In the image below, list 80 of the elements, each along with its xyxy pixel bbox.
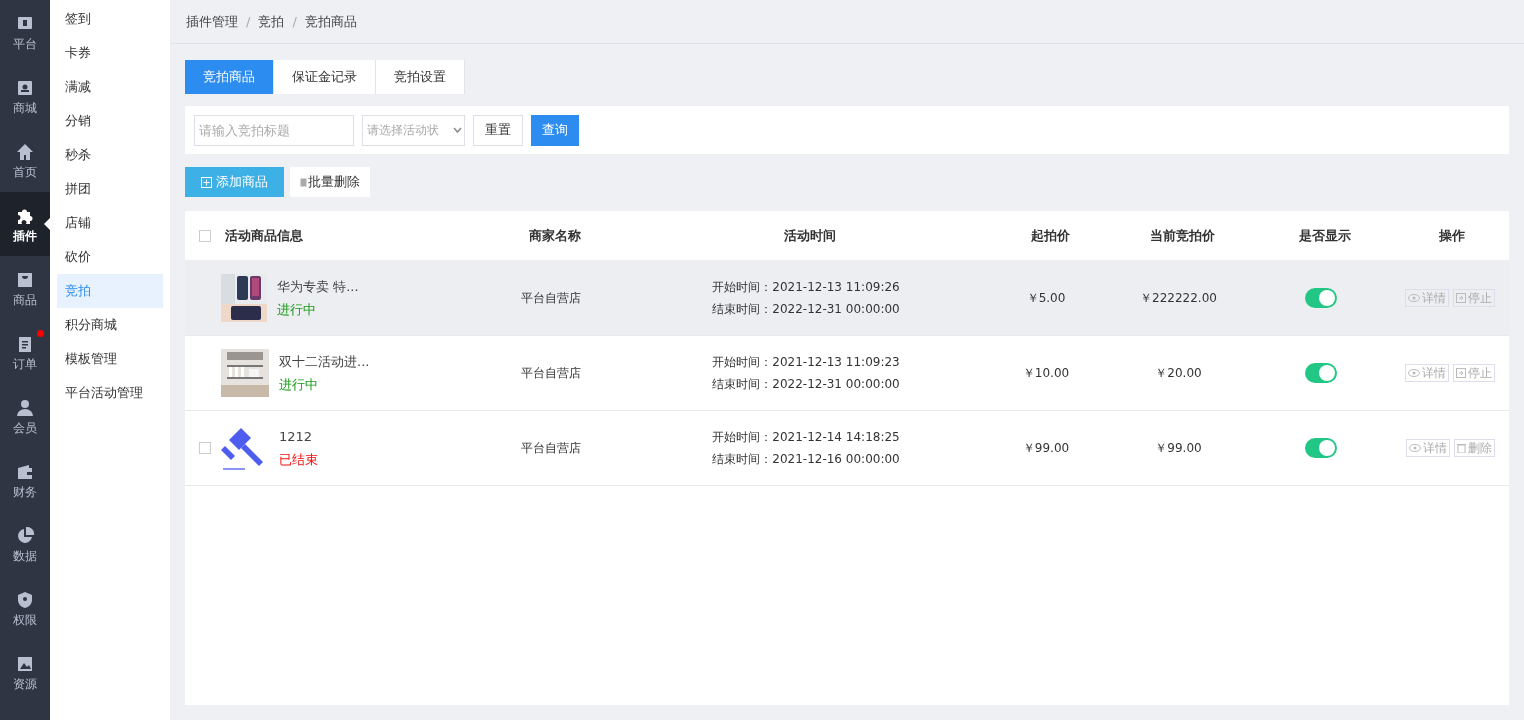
submenu-item[interactable]: 积分商城 xyxy=(57,308,163,342)
pie-chart-icon xyxy=(15,526,35,546)
submenu-item[interactable]: 卡券 xyxy=(57,36,163,70)
eye-icon xyxy=(1408,369,1420,377)
home-icon xyxy=(15,142,35,162)
breadcrumb-item[interactable]: 插件管理 xyxy=(186,11,238,32)
start-time: 开始时间：2021-12-14 14:18:25 xyxy=(712,429,900,446)
current-price: ￥99.00 xyxy=(1155,440,1202,457)
submenu-item[interactable]: 分销 xyxy=(57,104,163,138)
column-header: 是否显示 xyxy=(1299,226,1351,245)
end-time: 结束时间：2022-12-31 00:00:00 xyxy=(712,376,900,393)
column-header: 商家名称 xyxy=(529,226,581,245)
wallet-icon xyxy=(15,462,35,482)
nav-item[interactable]: 平台 xyxy=(0,0,50,64)
nav-item[interactable]: 插件 xyxy=(0,192,50,256)
select-all-checkbox[interactable] xyxy=(199,229,211,242)
product-title: 华为专卖 特... xyxy=(277,277,359,296)
status-label: 进行中 xyxy=(279,376,319,394)
status-label: 进行中 xyxy=(277,301,317,319)
submenu-item[interactable]: 模板管理 xyxy=(57,342,163,376)
end-time: 结束时间：2021-12-16 00:00:00 xyxy=(712,451,900,468)
nav-item[interactable]: 权限 xyxy=(0,576,50,640)
nav-item[interactable]: 首页 xyxy=(0,128,50,192)
visibility-toggle[interactable] xyxy=(1305,363,1337,383)
breadcrumb-separator: / xyxy=(246,12,251,31)
end-time: 结束时间：2022-12-31 00:00:00 xyxy=(712,301,900,318)
chevron-down-icon xyxy=(453,127,462,133)
current-price: ￥222222.00 xyxy=(1140,290,1217,307)
nav-item[interactable]: 商城 xyxy=(0,64,50,128)
eye-icon xyxy=(1408,294,1420,302)
submenu-item[interactable]: 满减 xyxy=(57,70,163,104)
submenu-item[interactable]: 砍价 xyxy=(57,240,163,274)
user-icon xyxy=(15,398,35,418)
submenu-item[interactable]: 店铺 xyxy=(57,206,163,240)
bag-icon xyxy=(15,270,35,290)
plus-box-icon xyxy=(201,176,212,188)
product-title: 双十二活动进... xyxy=(279,352,370,371)
breadcrumb-item[interactable]: 竞拍 xyxy=(258,11,285,32)
reset-button[interactable]: 重置 xyxy=(473,114,523,146)
eye-icon xyxy=(1408,444,1421,452)
column-header: 当前竞拍价 xyxy=(1150,226,1215,245)
nav-item[interactable]: 数据 xyxy=(0,512,50,576)
column-header: 起拍价 xyxy=(1030,226,1070,245)
batch-delete-button[interactable]: 批量删除 xyxy=(290,167,370,197)
start-time: 开始时间：2021-12-13 11:09:26 xyxy=(712,279,900,296)
tab[interactable]: 竞拍设置 xyxy=(376,60,465,94)
submenu-item[interactable]: 拼团 xyxy=(57,172,163,206)
submenu-item[interactable]: 秒杀 xyxy=(57,138,163,172)
visibility-toggle[interactable] xyxy=(1305,288,1337,308)
title-search-field[interactable]: 请输入竞拍标题 xyxy=(194,114,354,146)
shop-name: 平台自营店 xyxy=(521,440,581,457)
image-icon xyxy=(15,654,35,674)
current-price: ￥20.00 xyxy=(1155,365,1202,382)
start-time: 开始时间：2021-12-13 11:09:23 xyxy=(712,354,900,371)
exit-icon xyxy=(1456,293,1466,303)
start-price: ￥10.00 xyxy=(1022,365,1070,382)
tab[interactable]: 保证金记录 xyxy=(274,60,376,94)
exit-icon xyxy=(1456,368,1466,378)
product-title: 1212 xyxy=(279,427,314,446)
column-header: 活动时间 xyxy=(784,226,836,245)
nav-item[interactable]: 财务 xyxy=(0,448,50,512)
breadcrumb-item: 竞拍商品 xyxy=(304,12,357,31)
visibility-toggle[interactable] xyxy=(1305,438,1337,458)
nav-item[interactable]: 商品 xyxy=(0,256,50,320)
shop-name: 平台自营店 xyxy=(521,290,581,307)
submenu-item[interactable]: 签到 xyxy=(57,2,163,36)
submenu-item[interactable]: 平台活动管理 xyxy=(57,376,163,410)
column-header: 操作 xyxy=(1439,226,1465,245)
column-header: 活动商品信息 xyxy=(225,226,303,245)
breadcrumb-separator: / xyxy=(292,12,297,31)
storefront-icon xyxy=(15,78,35,98)
nav-item[interactable]: 会员 xyxy=(0,384,50,448)
start-price: ￥99.00 xyxy=(1022,440,1070,457)
status-label: 已结束 xyxy=(279,451,318,469)
start-price: ￥5.00 xyxy=(1026,290,1066,307)
nav-item[interactable]: 资源 xyxy=(0,640,50,704)
shield-icon xyxy=(15,590,35,610)
row-checkbox[interactable] xyxy=(199,442,211,454)
shop-name: 平台自营店 xyxy=(521,365,581,382)
nav-item[interactable]: 订单 xyxy=(0,320,50,384)
